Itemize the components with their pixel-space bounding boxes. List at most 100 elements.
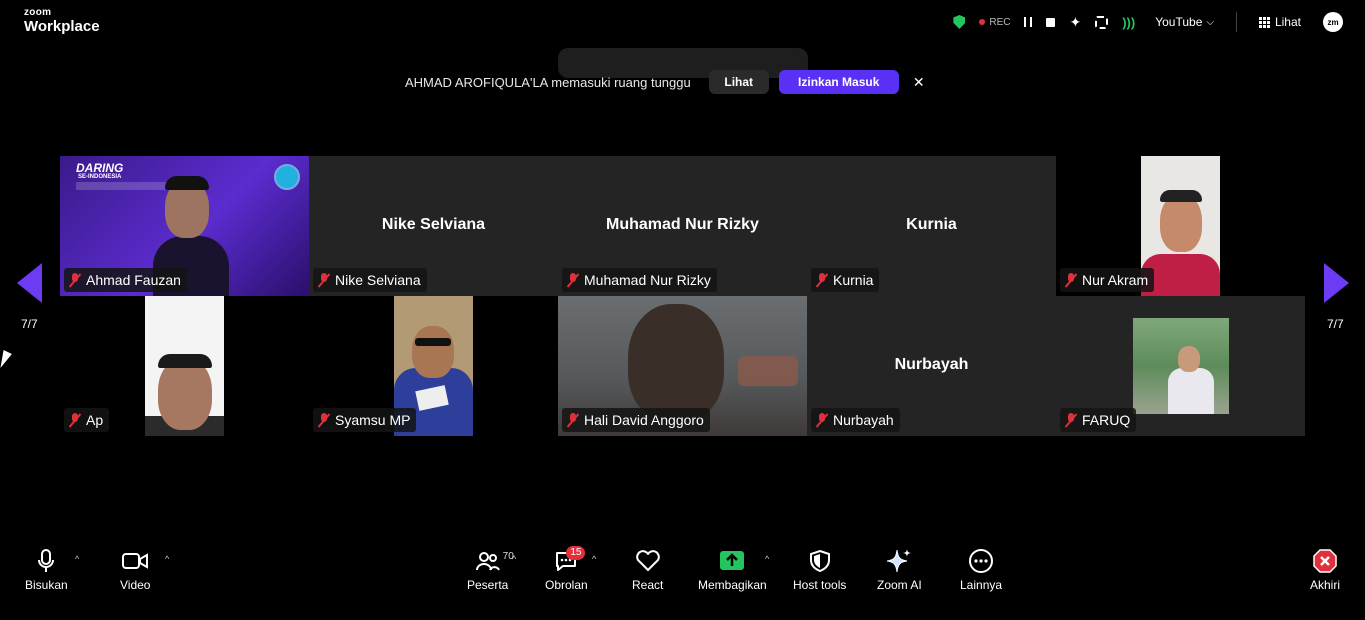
live-stream-icon: ))) (1122, 14, 1136, 30)
more-dots-icon (968, 548, 994, 574)
participant-tile[interactable]: Nurbayah Nurbayah (807, 296, 1056, 436)
mic-muted-icon (68, 273, 82, 287)
view-waiting-button[interactable]: Lihat (708, 70, 769, 94)
share-label: Membagikan (698, 578, 767, 592)
view-label: Lihat (1274, 15, 1301, 29)
participant-tile[interactable]: DARING SE-INDONESIA Ahmad Fauzan (60, 156, 309, 296)
mouse-cursor (0, 350, 13, 368)
live-stream-indicator[interactable]: ))) (1122, 15, 1135, 30)
share-options-caret[interactable]: ^ (765, 554, 769, 564)
prev-page-arrow[interactable] (17, 263, 42, 303)
rec-dot-icon (979, 19, 986, 25)
stop-recording-button[interactable] (1046, 17, 1056, 27)
participant-name-tag: Hali David Anggoro (562, 408, 710, 432)
mute-options-caret[interactable]: ^ (75, 554, 79, 564)
admit-button[interactable]: Izinkan Masuk (778, 70, 899, 94)
zoom-logo: zoom Workplace (24, 7, 100, 35)
mute-button[interactable]: Bisukan (25, 548, 68, 592)
chat-options-caret[interactable]: ^ (592, 554, 596, 564)
participants-button[interactable]: 70 Peserta (467, 548, 514, 592)
hair (1160, 190, 1202, 202)
participant-tile[interactable]: Kurnia Kurnia (807, 156, 1056, 296)
participants-label: Peserta (467, 578, 509, 592)
chat-button[interactable]: 15 Obrolan (545, 546, 588, 592)
participant-tile[interactable]: Nike Selviana Nike Selviana (309, 156, 558, 296)
react-button[interactable]: React (632, 548, 663, 592)
meeting-toolbar: Bisukan ^ Video ^ 70 Peserta ^ 15 Obrola… (0, 540, 1365, 600)
face (628, 304, 724, 422)
focus-icon (1095, 15, 1109, 29)
participant-name-tag: Syamsu MP (313, 408, 417, 432)
recording-indicator: REC (979, 17, 1010, 28)
participant-name-tag: FARUQ (1060, 408, 1137, 432)
mute-label: Bisukan (25, 578, 68, 592)
chat-label: Obrolan (545, 578, 588, 592)
chat-icon: 15 (554, 546, 586, 574)
rec-label: REC (989, 16, 1011, 28)
participant-name: Ahmad Fauzan (86, 272, 181, 288)
divider (1235, 12, 1237, 32)
participant-name-tag: Ap (64, 408, 110, 432)
chevron-down-icon: ⌵ (1206, 16, 1214, 28)
sparkle-icon: ✦ (1069, 14, 1082, 30)
zoom-ai-label: Zoom AI (877, 578, 922, 592)
participant-tile[interactable]: FARUQ (1056, 296, 1305, 436)
participant-name: Nur Akram (1082, 272, 1149, 288)
participant-tile[interactable]: Ap (60, 296, 309, 436)
zoom-ai-button[interactable]: Zoom AI (877, 548, 922, 592)
video-options-caret[interactable]: ^ (165, 554, 169, 564)
view-button[interactable]: Lihat (1258, 15, 1301, 29)
video-button[interactable]: Video (120, 548, 150, 592)
host-tools-label: Host tools (793, 578, 847, 592)
pause-recording-button[interactable] (1024, 17, 1033, 27)
live-target-label: YouTube (1155, 15, 1203, 29)
face (1178, 346, 1200, 372)
react-label: React (632, 578, 664, 592)
end-call-icon (1312, 548, 1338, 574)
pause-icon (1024, 17, 1033, 27)
top-right-controls: REC ✦ ))) YouTube ⌵ Lihat zm (939, 11, 1343, 33)
more-label: Lainnya (960, 578, 1003, 592)
next-page-arrow[interactable] (1324, 263, 1349, 303)
page-indicator-right: 7/7 (1327, 317, 1344, 331)
security-shield-icon[interactable] (953, 15, 966, 29)
stop-icon (1046, 17, 1056, 27)
ai-companion-button[interactable]: ✦ (1069, 15, 1081, 29)
avatar[interactable]: zm (1323, 12, 1343, 32)
close-icon[interactable]: ✕ (911, 74, 927, 91)
focus-mode-button[interactable] (1095, 15, 1109, 29)
participant-name-tag: Kurnia (811, 268, 880, 292)
participants-options-caret[interactable]: ^ (512, 554, 516, 564)
mic-muted-icon (566, 413, 580, 427)
top-bar: zoom Workplace REC ✦ ))) YouTube ⌵ Lihat… (0, 0, 1365, 44)
participant-name-tag: Ahmad Fauzan (64, 268, 187, 292)
host-tools-button[interactable]: Host tools (793, 548, 846, 592)
grid-icon (1258, 16, 1270, 28)
hair (165, 176, 209, 190)
people-icon: 70 (475, 548, 514, 574)
participant-center-name: Nurbayah (894, 356, 969, 373)
banner-title: DARING (76, 161, 124, 175)
hair (158, 354, 212, 368)
page-indicator-left: 7/7 (21, 317, 38, 331)
participant-tile[interactable]: Syamsu MP (309, 296, 558, 436)
share-button[interactable]: Membagikan (698, 548, 767, 592)
brand-small: zoom (24, 7, 52, 18)
mic-muted-icon (68, 413, 82, 427)
participant-name-tag: Nur Akram (1060, 268, 1155, 292)
participant-tile[interactable]: Muhamad Nur Rizky Muhamad Nur Rizky (558, 156, 807, 296)
live-target-dropdown[interactable]: YouTube ⌵ (1155, 15, 1214, 29)
participant-tile[interactable]: Nur Akram (1056, 156, 1305, 296)
participant-name: Nike Selviana (335, 272, 421, 288)
end-meeting-button[interactable]: Akhiri (1310, 548, 1340, 592)
mic-muted-icon (566, 273, 580, 287)
glasses (415, 338, 451, 346)
more-button[interactable]: Lainnya (960, 548, 1002, 592)
share-screen-icon (719, 548, 745, 574)
notification-text: AHMAD AROFIQULA'LA memasuki ruang tunggu (405, 74, 691, 90)
participant-center-name: Muhamad Nur Rizky (606, 216, 759, 233)
mic-muted-icon (1064, 413, 1078, 427)
participant-tile[interactable]: Hali David Anggoro (558, 296, 807, 436)
end-label: Akhiri (1310, 578, 1341, 592)
wall-decoration (738, 356, 798, 386)
